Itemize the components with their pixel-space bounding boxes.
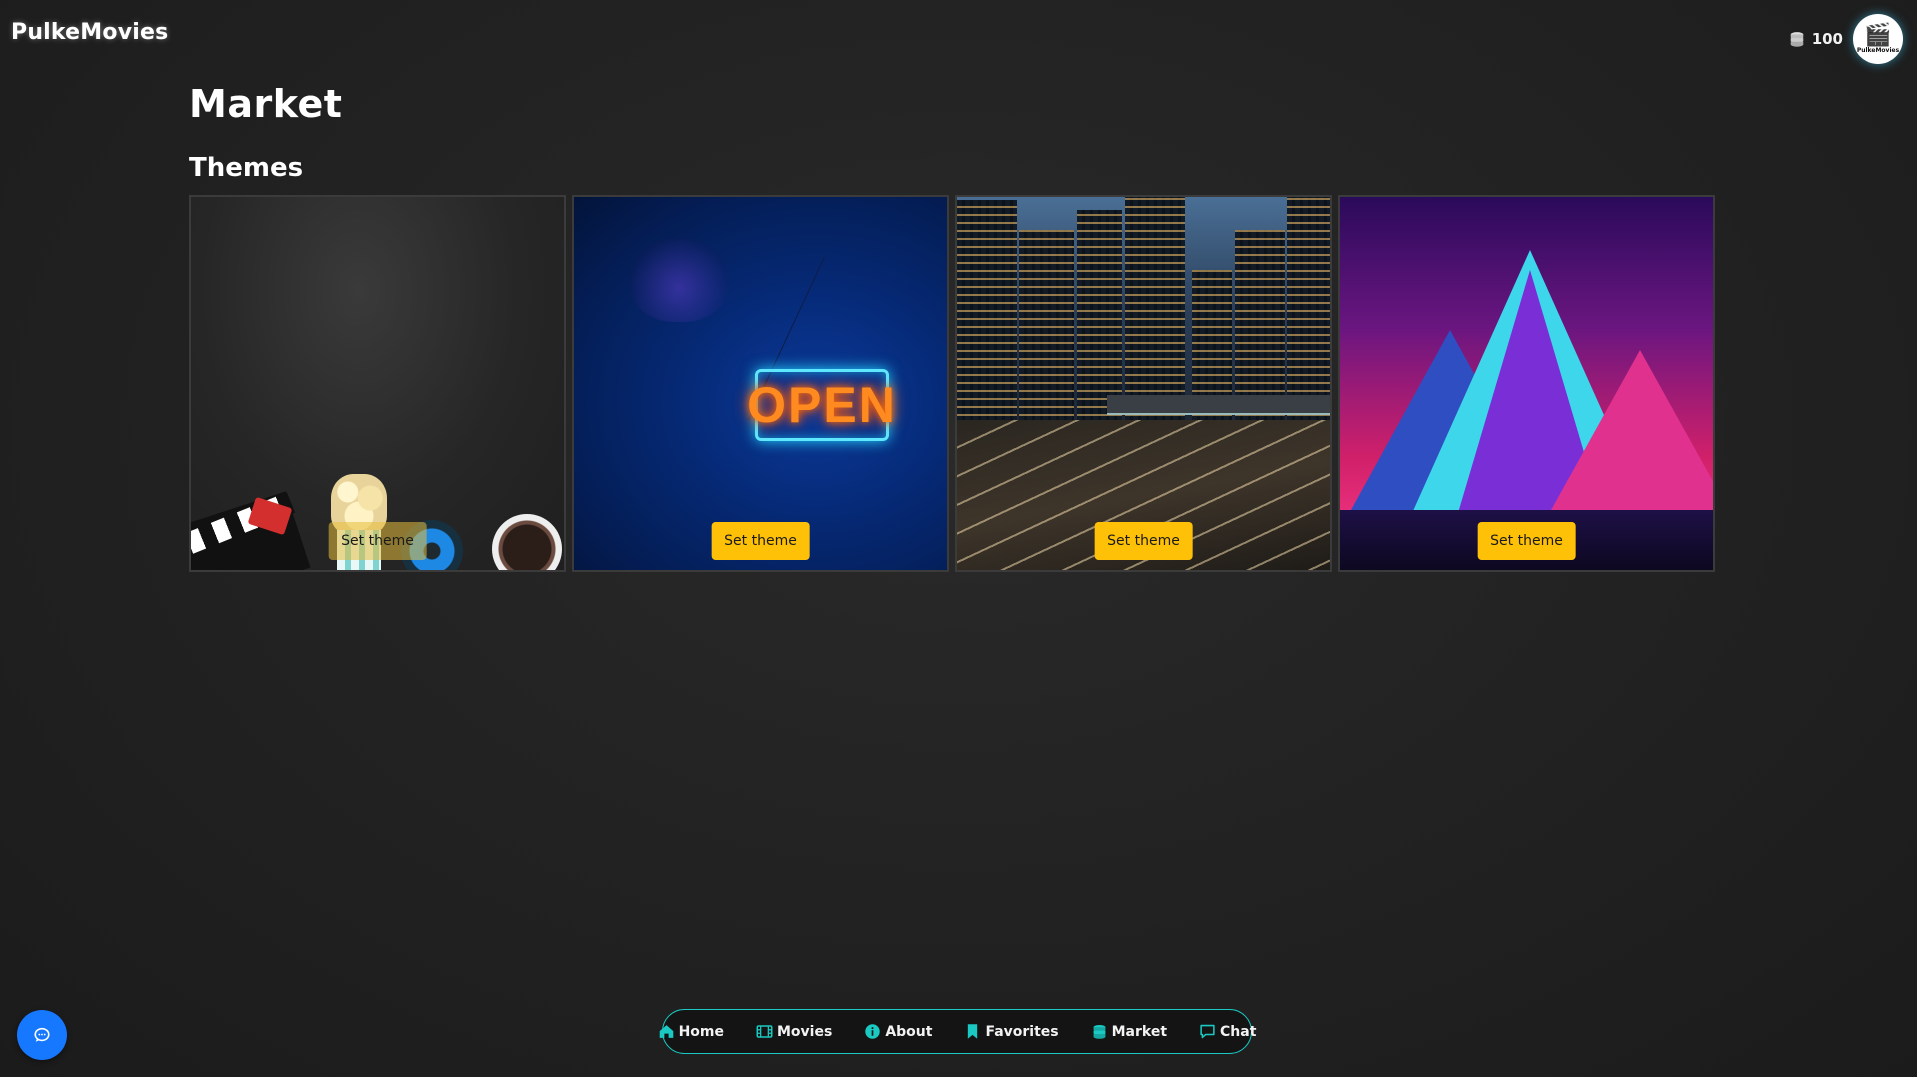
avatar-label: PulkeMovies [1856,46,1900,54]
page-title: Market [189,82,343,126]
theme-preview-image: OPEN [574,197,947,570]
chat-icon [1200,1024,1215,1039]
set-theme-button[interactable]: Set theme [328,522,427,560]
brand-logo[interactable]: PulkeMovies [11,20,168,45]
header-right: 100 🎬 PulkeMovies [1788,14,1903,64]
nav-item-chat[interactable]: Chat [1199,1023,1256,1040]
clapperboard-icon: 🎬 [1864,22,1892,48]
theme-preview-image [191,197,564,570]
theme-card-night-city: Set theme [955,195,1332,572]
set-theme-button[interactable]: Set theme [1094,522,1193,560]
nav-item-market[interactable]: Market [1091,1023,1167,1040]
theme-card-neon-mountains: Set theme [1338,195,1715,572]
coins-icon [1790,32,1803,47]
home-icon [659,1025,673,1038]
info-icon [865,1024,881,1039]
nav-item-favorites[interactable]: Favorites [964,1023,1059,1040]
chat-bubble-icon [34,1027,50,1042]
coffee-cup-image [492,514,562,570]
theme-card-movie-props: Set theme [189,195,566,572]
coin-count: 100 [1811,30,1843,48]
avatar[interactable]: 🎬 PulkeMovies [1853,14,1903,64]
chat-launcher-button[interactable] [17,1010,67,1060]
set-theme-button[interactable]: Set theme [711,522,810,560]
theme-preview-image [1340,197,1713,570]
bottom-nav: Home Movies About Favorites Market Chat [659,1009,1256,1054]
nav-item-movies[interactable]: Movies [756,1023,832,1040]
coins-icon [1093,1025,1106,1039]
theme-card-neon-open: OPEN Set theme [572,195,949,572]
lamp-image [629,237,729,322]
themes-grid: Set theme OPEN Set theme Set theme Set t… [189,195,1715,572]
coin-balance: 100 [1788,30,1843,48]
set-theme-button[interactable]: Set theme [1477,522,1576,560]
theme-preview-image [957,197,1330,570]
bookmark-icon [968,1024,978,1039]
section-title: Themes [189,153,304,183]
nav-item-about[interactable]: About [864,1023,932,1040]
film-icon [756,1025,773,1038]
neon-sign: OPEN [747,369,895,441]
nav-item-home[interactable]: Home [658,1023,724,1040]
